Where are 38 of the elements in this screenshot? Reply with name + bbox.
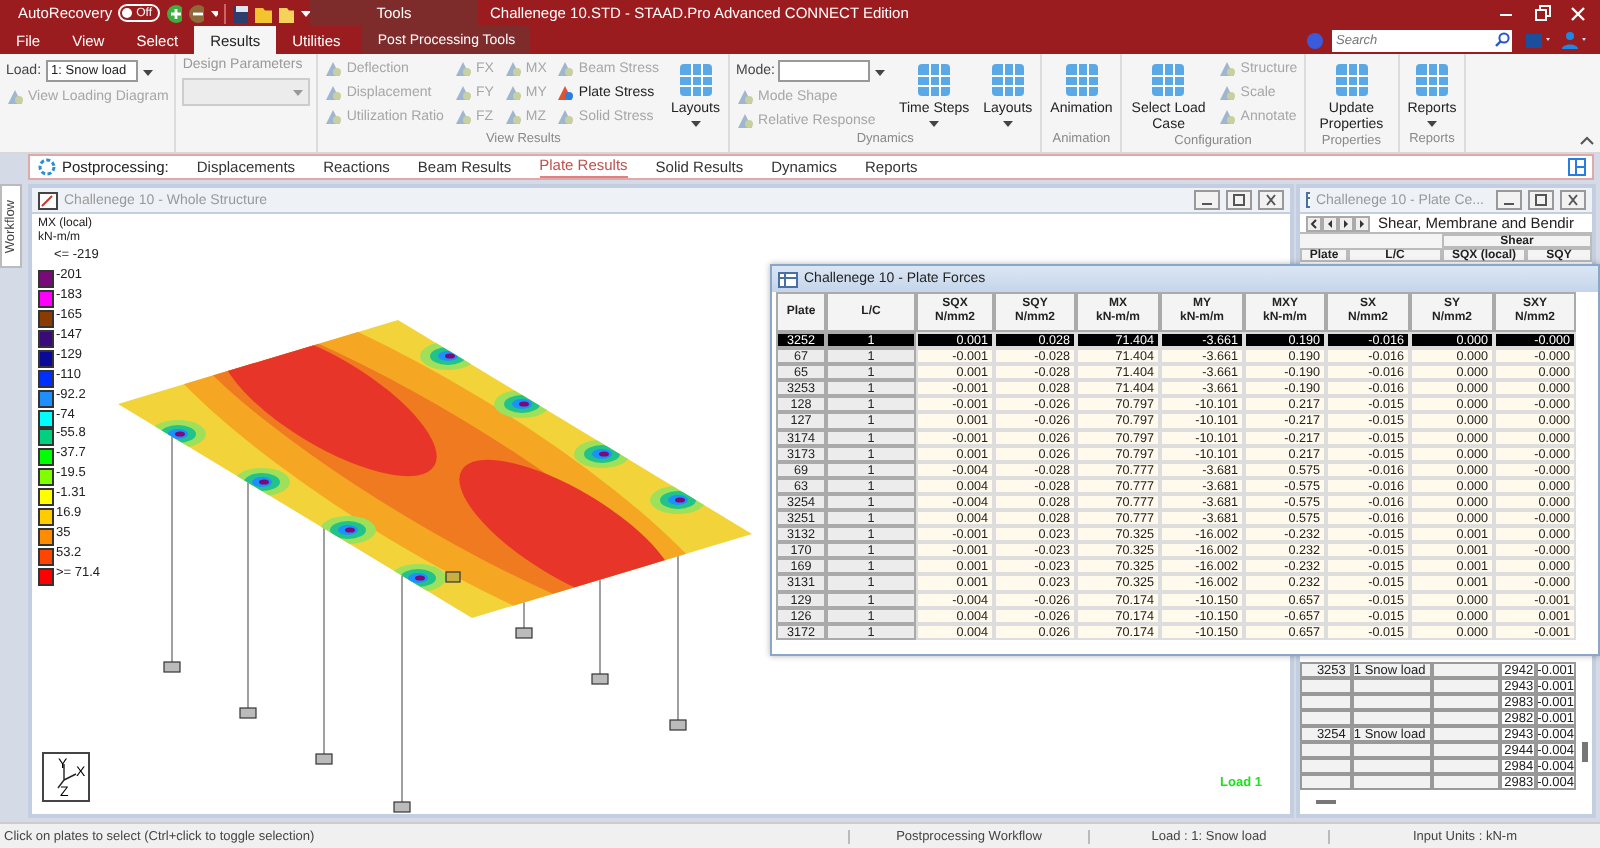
tool-icon bbox=[556, 108, 575, 126]
tool-icon bbox=[1061, 60, 1102, 100]
layout-icon[interactable] bbox=[1568, 158, 1586, 176]
tool-icon bbox=[736, 112, 755, 130]
tool-icon bbox=[453, 108, 472, 126]
tool-icon bbox=[453, 84, 472, 102]
tool-icon bbox=[324, 84, 343, 102]
dropdown-field[interactable] bbox=[778, 60, 871, 82]
scrollbar-thumb[interactable] bbox=[1582, 742, 1588, 762]
caret-icon bbox=[292, 84, 305, 100]
tool-icon bbox=[556, 60, 575, 78]
spinner-icon bbox=[38, 158, 56, 176]
tool-icon bbox=[6, 88, 24, 106]
tool-icon bbox=[1411, 60, 1452, 100]
tool-icon bbox=[914, 60, 955, 100]
tool-icon bbox=[324, 108, 343, 126]
scrollbar-thumb[interactable] bbox=[1316, 800, 1336, 804]
tool-icon bbox=[675, 60, 716, 100]
tool-icon bbox=[503, 60, 522, 78]
tool-icon bbox=[1148, 60, 1189, 100]
tool-icon bbox=[736, 88, 755, 106]
tool-icon bbox=[324, 60, 343, 78]
save-icon[interactable] bbox=[232, 3, 249, 23]
tool-icon bbox=[503, 84, 522, 102]
tool-icon bbox=[1331, 60, 1372, 100]
dropdown-field[interactable] bbox=[182, 78, 311, 106]
window-icon bbox=[38, 191, 58, 209]
tool-icon bbox=[1218, 60, 1237, 78]
tool-icon bbox=[556, 84, 575, 102]
sheet-navigation-icon[interactable] bbox=[1306, 215, 1374, 231]
tool-icon bbox=[453, 60, 472, 78]
add-circle-icon[interactable] bbox=[166, 3, 182, 23]
tool-icon bbox=[987, 60, 1028, 100]
structure-model-drawing[interactable] bbox=[118, 320, 752, 813]
collapse-caret-icon[interactable] bbox=[1580, 136, 1594, 146]
tool-icon bbox=[1218, 108, 1237, 126]
tool-icon bbox=[1218, 84, 1237, 102]
tool-icon bbox=[503, 108, 522, 126]
